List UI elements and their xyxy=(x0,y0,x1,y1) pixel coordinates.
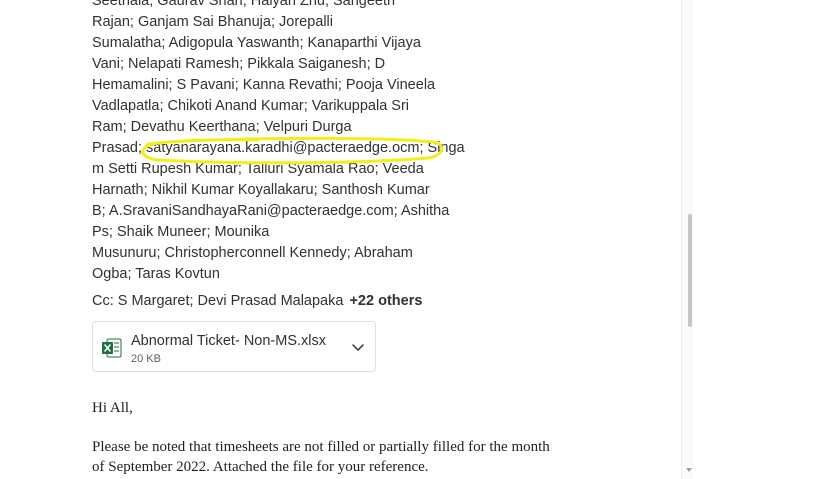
recipient-line[interactable]: Vani; Nelapati Ramesh; Pikkala Saiganesh… xyxy=(92,54,487,75)
cc-label: Cc: xyxy=(92,293,114,309)
recipient-line[interactable]: B; A.SravaniSandhayaRani@pacteraedge.com… xyxy=(92,201,487,222)
scroll-down-arrow-icon[interactable] xyxy=(686,468,692,472)
recipient-line[interactable]: Hemamalini; S Pavani; Kanna Revathi; Poo… xyxy=(92,75,487,96)
email-body-line: Please be noted that timesheets are not … xyxy=(92,439,550,455)
recipient-line-highlighted[interactable]: Prasad; satyanarayana.karadhi@pacteraedg… xyxy=(92,138,487,159)
recipient-line[interactable]: Seethala; Gaurav Shah; Haiyan Zhu; Sange… xyxy=(92,0,487,12)
recipient-line[interactable]: Ps; Shaik Muneer; Mounika xyxy=(92,222,487,243)
recipient-line[interactable]: Musunuru; Christophercοnnell Kennedy; Ab… xyxy=(92,243,487,264)
excel-file-icon xyxy=(102,338,122,358)
recipient-line[interactable]: Vadlapatla; Chikoti Anand Kumar; Varikup… xyxy=(92,96,487,117)
cc-row: Cc: S Margaret; Devi Prasad Malapaka +22… xyxy=(92,291,422,311)
attachment-card[interactable]: Abnormal Ticket- Non-MS.xlsx 20 KB xyxy=(92,321,376,372)
email-body-line: of September 2022. Attached the file for… xyxy=(92,459,429,475)
recipient-line[interactable]: Ogba; Taras Kovtun xyxy=(92,264,487,285)
to-recipients-list: Seethala; Gaurav Shah; Haiyan Zhu; Sange… xyxy=(92,0,487,285)
recipient-line[interactable]: Ram; Devathu Keerthana; Velpuri Durga xyxy=(92,117,487,138)
email-greeting: Hi All, xyxy=(92,400,133,416)
attachment-size: 20 KB xyxy=(131,353,161,365)
cc-names[interactable]: S Margaret; Devi Prasad Malapaka xyxy=(118,293,344,309)
cc-more-link[interactable]: +22 others xyxy=(349,293,422,309)
recipient-line[interactable]: Rajan; Ganjam Sai Bhanuja; Jorepalli xyxy=(92,12,487,33)
recipient-line[interactable]: Sumalatha; Adigopula Yaswanth; Kanaparth… xyxy=(92,33,487,54)
attachment-filename: Abnormal Ticket- Non-MS.xlsx xyxy=(131,333,326,349)
recipient-line[interactable]: Harnath; Nikhil Kumar Koyallakaru; Santh… xyxy=(92,180,487,201)
scrollbar-thumb[interactable] xyxy=(688,214,692,327)
chevron-down-icon[interactable] xyxy=(351,340,365,354)
recipient-line[interactable]: m Setti Rupesh Kumar; Talluri Syamala Ra… xyxy=(92,159,487,180)
